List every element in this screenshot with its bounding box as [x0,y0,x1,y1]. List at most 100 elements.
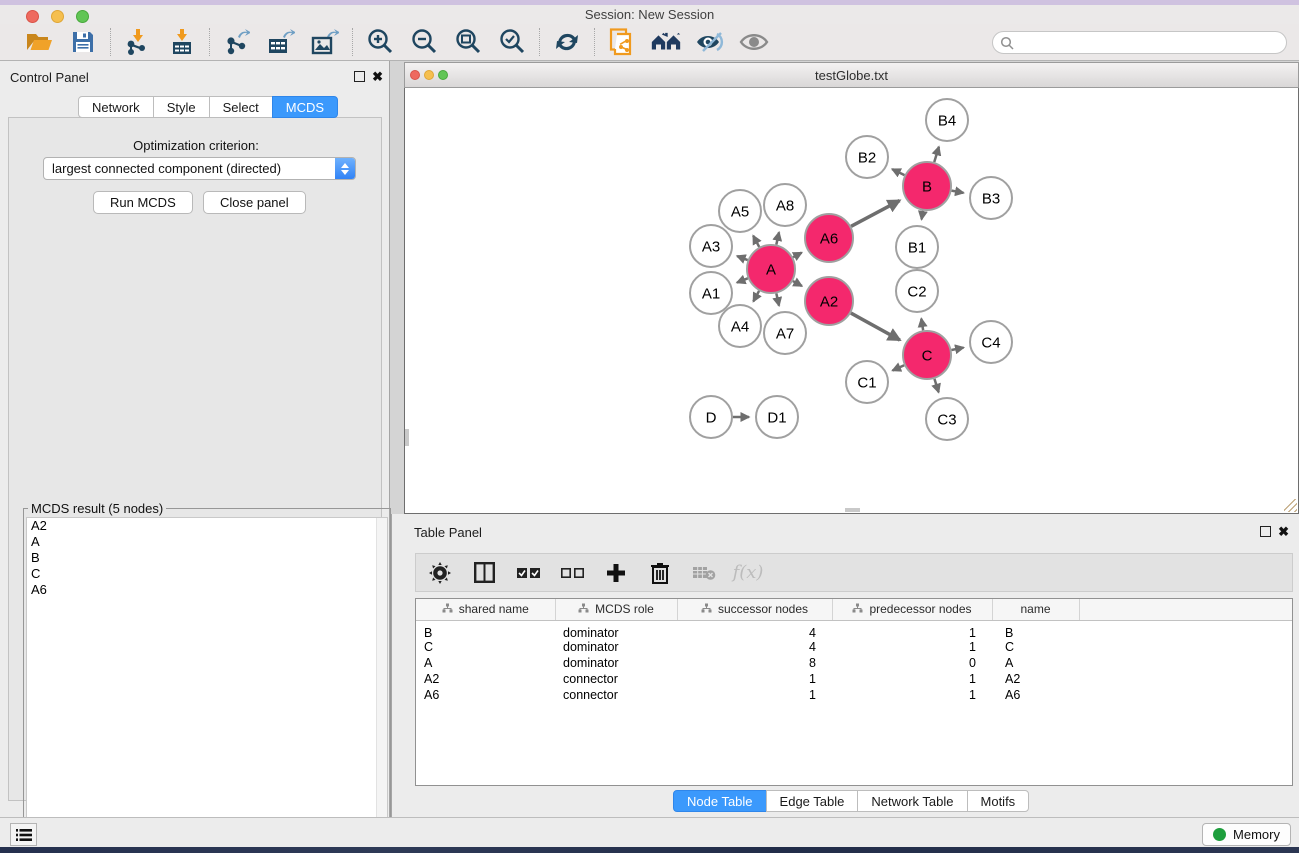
graph-edge[interactable] [776,232,779,244]
function-builder-icon[interactable]: f(x) [734,559,762,587]
column-layout-icon[interactable] [470,559,498,587]
graph-edge[interactable] [934,147,939,162]
table-cell[interactable]: 1 [677,687,832,703]
table-row[interactable]: A6connector11A6 [416,687,1293,703]
graph-edge[interactable] [921,319,923,331]
mcds-result-item[interactable]: C [27,566,387,582]
memory-button[interactable]: Memory [1202,823,1291,846]
tab-select[interactable]: Select [209,96,273,118]
graph-edge[interactable] [737,256,748,260]
mcds-result-item[interactable]: A [27,534,387,550]
graph-node[interactable]: B [903,162,951,210]
table-cell[interactable]: 0 [832,655,992,671]
table-row[interactable]: Adominator80A [416,655,1293,671]
run-mcds-button[interactable]: Run MCDS [93,191,193,214]
table-cell[interactable]: A2 [416,671,555,687]
table-cell[interactable]: connector [555,687,677,703]
table-cell[interactable]: A6 [416,687,555,703]
close-panel-button[interactable]: Close panel [203,191,306,214]
export-table-icon[interactable] [266,27,296,57]
graph-node[interactable]: A3 [690,225,732,267]
import-table-icon[interactable] [167,27,197,57]
minimize-window-button[interactable] [51,10,64,23]
zoom-selected-icon[interactable] [497,27,527,57]
zoom-fit-icon[interactable] [453,27,483,57]
table-cell[interactable]: 1 [832,620,992,640]
table-cell[interactable]: 1 [677,671,832,687]
float-panel-icon[interactable] [1260,526,1271,537]
table-cell[interactable]: connector [555,671,677,687]
graph-edge[interactable] [737,278,748,282]
table-cell[interactable]: 8 [677,655,832,671]
column-header[interactable]: shared name [416,599,555,620]
canvas-hscrollbar[interactable] [845,508,860,512]
select-all-rows-icon[interactable] [514,559,542,587]
table-row[interactable]: Cdominator41C [416,640,1293,656]
table-cell[interactable]: A6 [992,687,1079,703]
zoom-in-icon[interactable] [365,27,395,57]
resize-grip[interactable] [1284,499,1297,512]
graph-node[interactable]: C3 [926,398,968,440]
table-cell[interactable]: dominator [555,640,677,656]
deselect-all-rows-icon[interactable] [558,559,586,587]
table-cell[interactable]: A [416,655,555,671]
graph-edge[interactable] [753,236,759,247]
zoom-out-icon[interactable] [409,27,439,57]
table-cell[interactable]: A [992,655,1079,671]
graph-node[interactable]: D1 [756,396,798,438]
table-row[interactable]: Bdominator41B [416,620,1293,640]
column-header[interactable]: name [992,599,1079,620]
delete-table-icon[interactable] [690,559,718,587]
save-session-icon[interactable] [68,27,98,57]
graph-edge[interactable] [934,379,938,392]
network-canvas[interactable]: B4B2BB3A5A8A6B1A3AC2A1A2A4A7C4CC1C3DD1 [404,88,1299,514]
graph-edge[interactable] [893,365,905,370]
graph-node[interactable]: A1 [690,272,732,314]
import-network-icon[interactable] [123,27,153,57]
close-panel-icon[interactable]: ✖ [1278,524,1289,540]
hide-selected-icon[interactable] [695,27,725,57]
graph-edge[interactable] [922,211,923,220]
graph-edge[interactable] [892,169,904,175]
graph-node[interactable]: B2 [846,136,888,178]
duplicate-network-icon[interactable] [607,27,637,57]
mcds-result-item[interactable]: A6 [27,582,387,598]
graph-node[interactable]: B3 [970,177,1012,219]
column-header[interactable]: predecessor nodes [832,599,992,620]
table-cell[interactable]: A2 [992,671,1079,687]
result-scrollbar[interactable] [376,518,387,847]
show-hidden-icon[interactable] [739,27,769,57]
apply-layout-icon[interactable] [552,27,582,57]
tab-motifs[interactable]: Motifs [967,790,1030,812]
graph-node[interactable]: B1 [896,226,938,268]
table-row[interactable]: A2connector11A2 [416,671,1293,687]
table-cell[interactable]: 1 [832,687,992,703]
mcds-result-item[interactable]: A2 [27,518,387,534]
graph-edge[interactable] [753,291,759,301]
graph-node[interactable]: C [903,331,951,379]
delete-column-icon[interactable] [646,559,674,587]
graph-edge[interactable] [776,293,779,305]
add-column-icon[interactable] [602,559,630,587]
graph-node[interactable]: A2 [805,277,853,325]
table-cell[interactable]: B [416,620,555,640]
table-cell[interactable]: 1 [832,671,992,687]
export-image-icon[interactable] [310,27,340,57]
search-input[interactable] [992,31,1287,54]
task-history-button[interactable] [10,823,37,846]
table-settings-icon[interactable] [426,559,454,587]
tab-network[interactable]: Network [78,96,154,118]
export-network-icon[interactable] [222,27,252,57]
show-all-nodes-icon[interactable] [651,27,681,57]
table-cell[interactable]: C [416,640,555,656]
tab-mcds[interactable]: MCDS [272,96,338,118]
graph-node[interactable]: A6 [805,214,853,262]
graph-edge[interactable] [793,253,802,258]
tab-edge-table[interactable]: Edge Table [766,790,859,812]
column-header[interactable]: MCDS role [555,599,677,620]
graph-node[interactable]: D [690,396,732,438]
graph-node[interactable]: C4 [970,321,1012,363]
tab-network-table[interactable]: Network Table [857,790,967,812]
criterion-dropdown[interactable]: largest connected component (directed) [43,157,356,180]
open-file-icon[interactable] [24,27,54,57]
